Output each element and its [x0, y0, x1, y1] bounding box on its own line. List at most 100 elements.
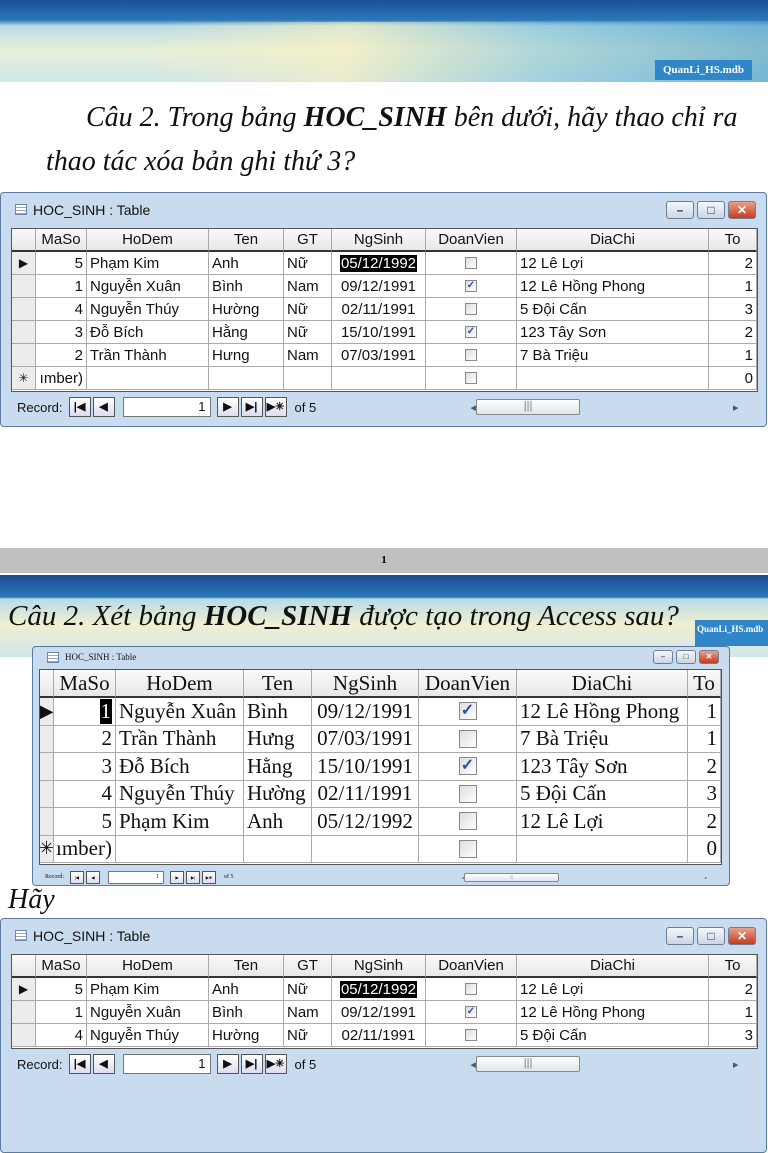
previous-record-button[interactable]: ◀: [92, 1054, 115, 1074]
table-row[interactable]: ▶ 1 Nguyễn Xuân Bình 09/12/1991 ✓ 12 Lê Hồng P…: [40, 698, 721, 726]
checked-checkbox[interactable]: ✓: [458, 757, 477, 776]
cell-gt[interactable]: Nữ: [284, 1024, 332, 1047]
column-header-diachi[interactable]: DiaChi: [517, 229, 709, 252]
cell-hodem[interactable]: Phạm Kim: [116, 808, 244, 836]
cell-doanvien[interactable]: [426, 367, 517, 390]
new-record-button[interactable]: ▶✳: [264, 1054, 287, 1074]
cell-ten[interactable]: Bình: [244, 698, 312, 726]
column-header-diachi[interactable]: DiaChi: [517, 955, 709, 978]
cell-gt[interactable]: Nữ: [284, 321, 332, 344]
row-selector[interactable]: [12, 298, 36, 321]
cell-maso[interactable]: 4: [36, 298, 87, 321]
checkbox[interactable]: [465, 303, 477, 315]
next-record-button[interactable]: ▶: [170, 870, 184, 884]
scroll-right-arrow[interactable]: ▸: [733, 401, 739, 414]
cell-ngsinh[interactable]: 05/12/1992: [332, 252, 426, 275]
cell-ngsinh[interactable]: 15/10/1991: [332, 321, 426, 344]
cell-ten[interactable]: Hưng: [209, 344, 284, 367]
scroll-right-arrow[interactable]: ▸: [733, 1058, 739, 1071]
new-record-row[interactable]: ✳ ımber) 0: [40, 835, 721, 863]
cell-ngsinh[interactable]: 05/12/1992: [332, 978, 426, 1001]
column-header-ten[interactable]: Ten: [244, 670, 312, 698]
last-record-button[interactable]: ▶|: [240, 1054, 263, 1074]
cell-maso[interactable]: 3: [36, 321, 87, 344]
cell-maso[interactable]: 1: [36, 275, 87, 298]
new-record-button[interactable]: ▶✳: [202, 870, 216, 884]
cell-to[interactable]: 0: [688, 835, 721, 863]
next-record-button[interactable]: ▶: [216, 397, 239, 417]
column-header-ngsinh[interactable]: NgSinh: [332, 955, 426, 978]
cell-to[interactable]: 1: [709, 344, 757, 367]
cell-maso[interactable]: 2: [54, 725, 116, 753]
column-header-ngsinh[interactable]: NgSinh: [312, 670, 419, 698]
row-selector[interactable]: [40, 725, 54, 753]
cell-ngsinh[interactable]: 02/11/1991: [332, 1024, 426, 1047]
cell-doanvien[interactable]: [426, 1024, 517, 1047]
cell-hodem[interactable]: Nguyễn Xuân: [87, 275, 209, 298]
checkbox[interactable]: [458, 839, 477, 858]
checkbox[interactable]: [458, 812, 477, 831]
cell-ngsinh[interactable]: 02/11/1991: [312, 780, 419, 808]
cell-diachi[interactable]: [517, 367, 709, 390]
cell-hodem[interactable]: Đỗ Bích: [116, 753, 244, 781]
table-row[interactable]: 5 Phạm Kim Anh 05/12/1992 12 Lê Lợi 2: [40, 808, 721, 836]
cell-maso[interactable]: 1: [54, 698, 116, 726]
column-header-gt[interactable]: GT: [284, 955, 332, 978]
cell-ngsinh[interactable]: 07/03/1991: [332, 344, 426, 367]
column-header-ten[interactable]: Ten: [209, 955, 284, 978]
cell-hodem[interactable]: Nguyễn Thúy: [87, 1024, 209, 1047]
select-all-corner[interactable]: [12, 955, 36, 978]
select-all-corner[interactable]: [12, 229, 36, 252]
row-selector[interactable]: [12, 344, 36, 367]
checked-checkbox[interactable]: ✓: [458, 702, 477, 721]
cell-to[interactable]: 2: [709, 252, 757, 275]
column-header-maso[interactable]: MaSo: [54, 670, 116, 698]
cell-gt[interactable]: Nữ: [284, 978, 332, 1001]
row-selector[interactable]: [12, 275, 36, 298]
row-selector[interactable]: [40, 753, 54, 781]
cell-ten[interactable]: Anh: [209, 978, 284, 1001]
cell-diachi[interactable]: 5 Đội Cấn: [517, 780, 688, 808]
cell-to[interactable]: 3: [688, 780, 721, 808]
cell-diachi[interactable]: 123 Tây Sơn: [517, 753, 688, 781]
cell-to[interactable]: 2: [709, 978, 757, 1001]
table-row[interactable]: 4 Nguyễn Thúy Hường 02/11/1991 5 Đội Cấn 3: [40, 780, 721, 808]
cell-maso[interactable]: 4: [36, 1024, 87, 1047]
first-record-button[interactable]: |◀: [68, 397, 91, 417]
cell-maso[interactable]: 3: [54, 753, 116, 781]
cell-maso[interactable]: 1: [36, 1001, 87, 1024]
current-record-indicator[interactable]: ▶: [40, 698, 54, 726]
column-header-doanvien[interactable]: DoanVien: [419, 670, 517, 698]
cell-to[interactable]: 0: [709, 367, 757, 390]
column-header-to[interactable]: To: [688, 670, 721, 698]
column-header-diachi[interactable]: DiaChi: [517, 670, 688, 698]
row-selector[interactable]: [12, 1001, 36, 1024]
cell-diachi[interactable]: 12 Lê Lợi: [517, 978, 709, 1001]
cell-diachi[interactable]: 7 Bà Triệu: [517, 725, 688, 753]
column-header-doanvien[interactable]: DoanVien: [426, 955, 517, 978]
new-record-indicator[interactable]: ✳: [40, 835, 54, 863]
cell-hodem[interactable]: Phạm Kim: [87, 252, 209, 275]
select-all-corner[interactable]: [40, 670, 54, 698]
file-label[interactable]: QuanLi_HS.mdb: [695, 620, 768, 646]
cell-diachi[interactable]: 12 Lê Lợi: [517, 252, 709, 275]
cell-maso[interactable]: 4: [54, 780, 116, 808]
cell-ten[interactable]: Hằng: [244, 753, 312, 781]
row-selector[interactable]: [40, 780, 54, 808]
cell-to[interactable]: 1: [688, 725, 721, 753]
record-number-input[interactable]: 1: [122, 1054, 211, 1074]
cell-gt[interactable]: [284, 367, 332, 390]
cell-ngsinh[interactable]: 09/12/1991: [312, 698, 419, 726]
close-button[interactable]: ✕: [728, 926, 756, 945]
cell-ngsinh[interactable]: 07/03/1991: [312, 725, 419, 753]
cell-to[interactable]: 2: [709, 321, 757, 344]
column-header-hodem[interactable]: HoDem: [116, 670, 244, 698]
column-header-maso[interactable]: MaSo: [36, 955, 87, 978]
cell-diachi[interactable]: 7 Bà Triệu: [517, 344, 709, 367]
cell-diachi[interactable]: 123 Tây Sơn: [517, 321, 709, 344]
cell-ten[interactable]: Hằng: [209, 321, 284, 344]
cell-ten[interactable]: Bình: [209, 1001, 284, 1024]
cell-to[interactable]: 1: [709, 275, 757, 298]
cell-ten[interactable]: Hường: [244, 780, 312, 808]
cell-hodem[interactable]: Trần Thành: [87, 344, 209, 367]
